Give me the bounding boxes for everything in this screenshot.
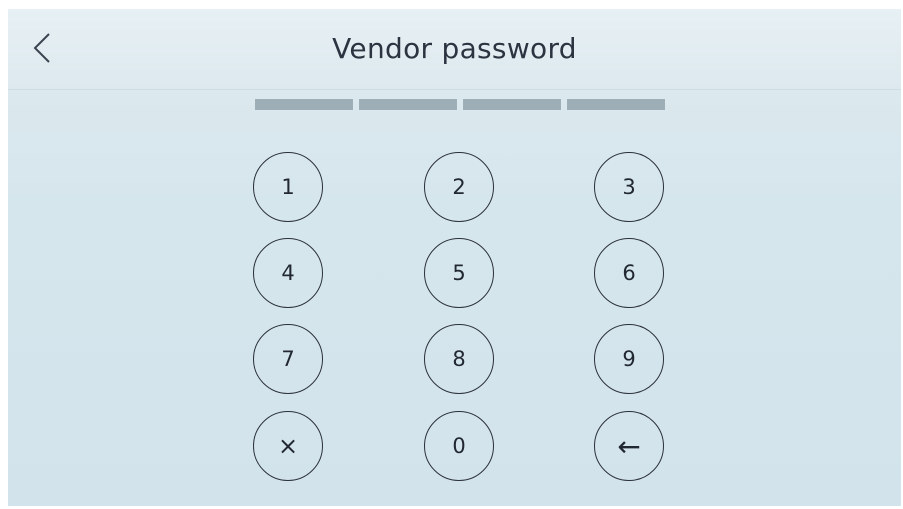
key-label: 7 [281,347,295,371]
key-3-button[interactable]: 3 [594,152,664,222]
key-label: 1 [281,175,295,199]
chevron-left-icon [33,33,50,63]
clear-icon: × [277,432,299,460]
page-title: Vendor password [332,32,577,65]
pin-slot [255,99,353,110]
pin-slot [463,99,561,110]
key-label: 9 [622,347,636,371]
key-label: 6 [622,261,636,285]
back-button[interactable] [22,27,62,69]
clear-button[interactable]: × [253,411,323,481]
key-1-button[interactable]: 1 [253,152,323,222]
key-label: 3 [622,175,636,199]
pin-slot [567,99,665,110]
key-label: 5 [452,261,466,285]
key-8-button[interactable]: 8 [424,324,494,394]
key-label: 8 [452,347,466,371]
password-screen: Vendor password 1 2 3 4 5 6 7 8 9 × 0 ← [8,9,901,506]
key-label: 4 [281,261,295,285]
key-4-button[interactable]: 4 [253,238,323,308]
key-0-button[interactable]: 0 [424,411,494,481]
key-label: 0 [452,434,466,458]
key-9-button[interactable]: 9 [594,324,664,394]
key-2-button[interactable]: 2 [424,152,494,222]
backspace-button[interactable]: ← [594,411,664,481]
key-6-button[interactable]: 6 [594,238,664,308]
key-label: 2 [452,175,466,199]
key-7-button[interactable]: 7 [253,324,323,394]
pin-slot [359,99,457,110]
pin-indicator [255,99,665,110]
backspace-arrow-icon: ← [617,429,641,463]
numeric-keypad: 1 2 3 4 5 6 7 8 9 × 0 ← [253,152,668,497]
header-bar: Vendor password [8,9,901,90]
key-5-button[interactable]: 5 [424,238,494,308]
